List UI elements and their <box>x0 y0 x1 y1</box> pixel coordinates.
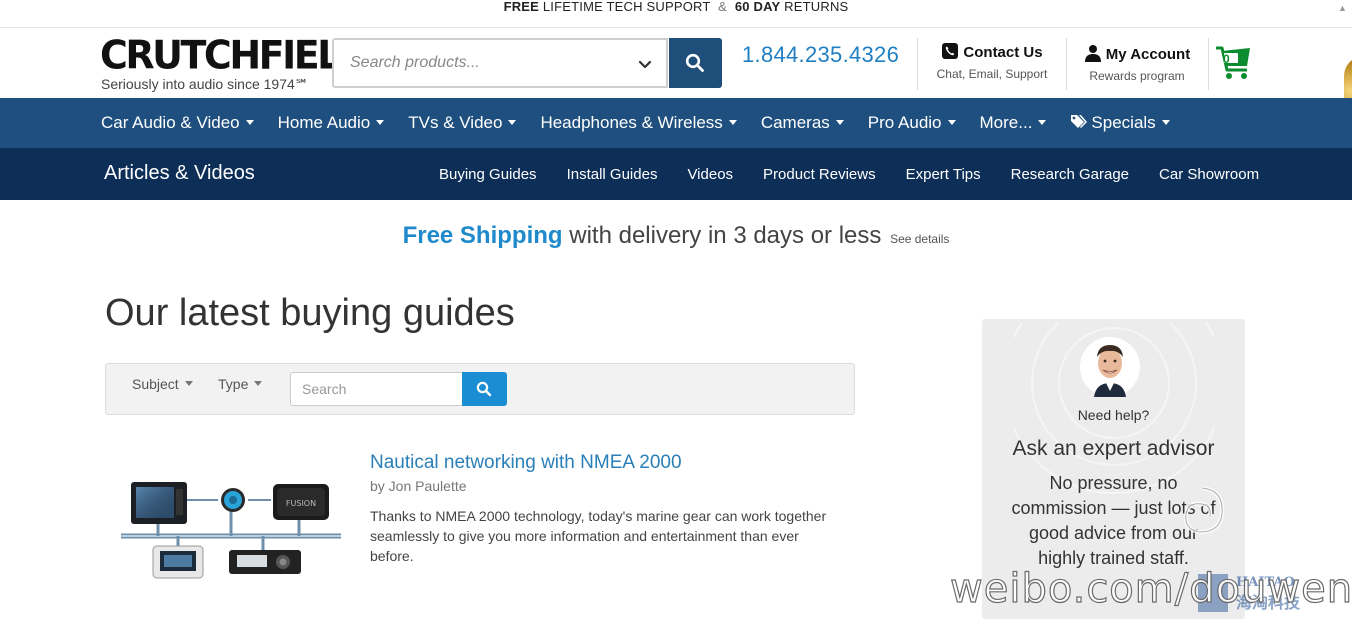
nav-pro-audio[interactable]: Pro Audio <box>868 113 956 133</box>
need-help-label: Need help? <box>1077 407 1150 423</box>
page-title: Our latest buying guides <box>105 292 515 334</box>
see-details-link[interactable]: See details <box>890 232 949 246</box>
ask-expert-heading: Ask an expert advisor <box>1012 437 1215 460</box>
free-shipping-highlight: Free Shipping <box>402 222 563 249</box>
my-account-subtitle: Rewards program <box>1089 69 1185 83</box>
phone-number[interactable]: 1.844.235.4326 <box>742 42 899 68</box>
promo-60-day: 60 DAY <box>734 0 781 14</box>
section-title[interactable]: Articles & Videos <box>104 162 255 185</box>
crutchfield-logo[interactable]: CRUTCHFIELD <box>100 36 370 75</box>
contact-us-subtitle: Chat, Email, Support <box>936 67 1048 81</box>
cart-icon <box>1216 46 1250 79</box>
free-shipping-text: with delivery in 3 days or less <box>569 222 882 249</box>
subnav-product-reviews[interactable]: Product Reviews <box>763 166 876 183</box>
search-input[interactable] <box>350 54 610 72</box>
caret-down-icon <box>1038 120 1047 125</box>
watermark-url: weibo.com/douwenyu <box>949 565 1352 612</box>
promo-free: FREE <box>503 0 540 14</box>
contact-us-link[interactable]: Contact Us Chat, Email, Support <box>930 42 1054 81</box>
advisor-avatar <box>1080 337 1140 397</box>
article-description: Thanks to NMEA 2000 technology, today's … <box>370 508 827 564</box>
nav-headphones-wireless[interactable]: Headphones & Wireless <box>540 113 737 133</box>
article-thumbnail[interactable]: FUSION <box>113 470 348 585</box>
subnav-car-showroom[interactable]: Car Showroom <box>1159 166 1259 183</box>
caret-down-icon <box>1161 120 1170 125</box>
user-icon <box>1084 45 1101 62</box>
search-icon <box>476 381 492 397</box>
caret-down-icon <box>254 381 263 386</box>
subnav-install-guides[interactable]: Install Guides <box>567 166 658 183</box>
guide-search-box <box>290 372 463 406</box>
search-icon <box>685 53 704 72</box>
nav-tvs-video[interactable]: TVs & Video <box>408 113 517 133</box>
contact-us-label: Contact Us <box>963 44 1043 61</box>
nmea-network-image: FUSION <box>121 482 341 579</box>
chevron-down-icon[interactable] <box>637 56 653 72</box>
promo-bar: FREE LIFETIME TECH SUPPORT & 60 DAY RETU… <box>0 0 1352 28</box>
caret-down-icon <box>947 120 956 125</box>
promo-lifetime-support: LIFETIME TECH SUPPORT <box>542 0 711 14</box>
guide-search-button[interactable] <box>462 372 507 406</box>
caret-down-icon <box>835 120 844 125</box>
scroll-up-arrow-icon[interactable]: ▲ <box>1338 3 1347 13</box>
article-author: by Jon Paulette <box>370 478 467 494</box>
type-dropdown[interactable]: Type <box>218 376 263 392</box>
articles-subnav: Articles & Videos Buying Guides Install … <box>0 148 1352 200</box>
filter-bar: Subject Type <box>105 363 855 415</box>
article-title-link[interactable]: Nautical networking with NMEA 2000 <box>370 452 682 474</box>
promo-ampersand: & <box>718 0 728 14</box>
subject-dropdown[interactable]: Subject <box>132 376 193 392</box>
cart-count: 0 <box>1223 52 1230 66</box>
nav-more[interactable]: More... <box>980 113 1047 133</box>
caret-down-icon <box>245 120 254 125</box>
my-account-link[interactable]: My Account Rewards program <box>1078 44 1196 83</box>
logo-tagline: Seriously into audio since 1974℠ <box>101 76 310 92</box>
subnav-expert-tips[interactable]: Expert Tips <box>906 166 981 183</box>
nav-specials[interactable]: Specials <box>1070 113 1170 133</box>
subnav-videos[interactable]: Videos <box>687 166 733 183</box>
promo-returns: RETURNS <box>784 0 849 14</box>
nav-car-audio-video[interactable]: Car Audio & Video <box>101 113 254 133</box>
subnav-research-garage[interactable]: Research Garage <box>1011 166 1129 183</box>
site-header: CRUTCHFIELD Seriously into audio since 1… <box>0 28 1352 126</box>
caret-down-icon <box>184 381 193 386</box>
header-divider <box>917 38 918 90</box>
guide-search-input[interactable] <box>302 381 452 397</box>
my-account-label: My Account <box>1105 46 1191 63</box>
search-box <box>332 38 668 88</box>
caret-down-icon <box>728 120 737 125</box>
main-navigation: Car Audio & Video Home Audio TVs & Video… <box>0 98 1352 148</box>
fusion-logo: FUSION <box>286 499 316 508</box>
caret-down-icon <box>376 120 385 125</box>
search-button[interactable] <box>669 38 722 88</box>
caret-down-icon <box>508 120 517 125</box>
product-search <box>332 38 722 88</box>
shopping-cart[interactable]: 0 <box>1214 44 1254 84</box>
nav-cameras[interactable]: Cameras <box>761 113 844 133</box>
header-divider <box>1066 38 1067 90</box>
header-divider <box>1208 38 1209 90</box>
watermark-swirl-icon <box>1183 486 1225 535</box>
tags-icon <box>1071 115 1088 128</box>
nav-home-audio[interactable]: Home Audio <box>278 113 385 133</box>
free-shipping-banner: Free Shipping with delivery in 3 days or… <box>0 222 1352 250</box>
subnav-buying-guides[interactable]: Buying Guides <box>439 166 537 183</box>
phone-chat-icon <box>942 43 959 59</box>
